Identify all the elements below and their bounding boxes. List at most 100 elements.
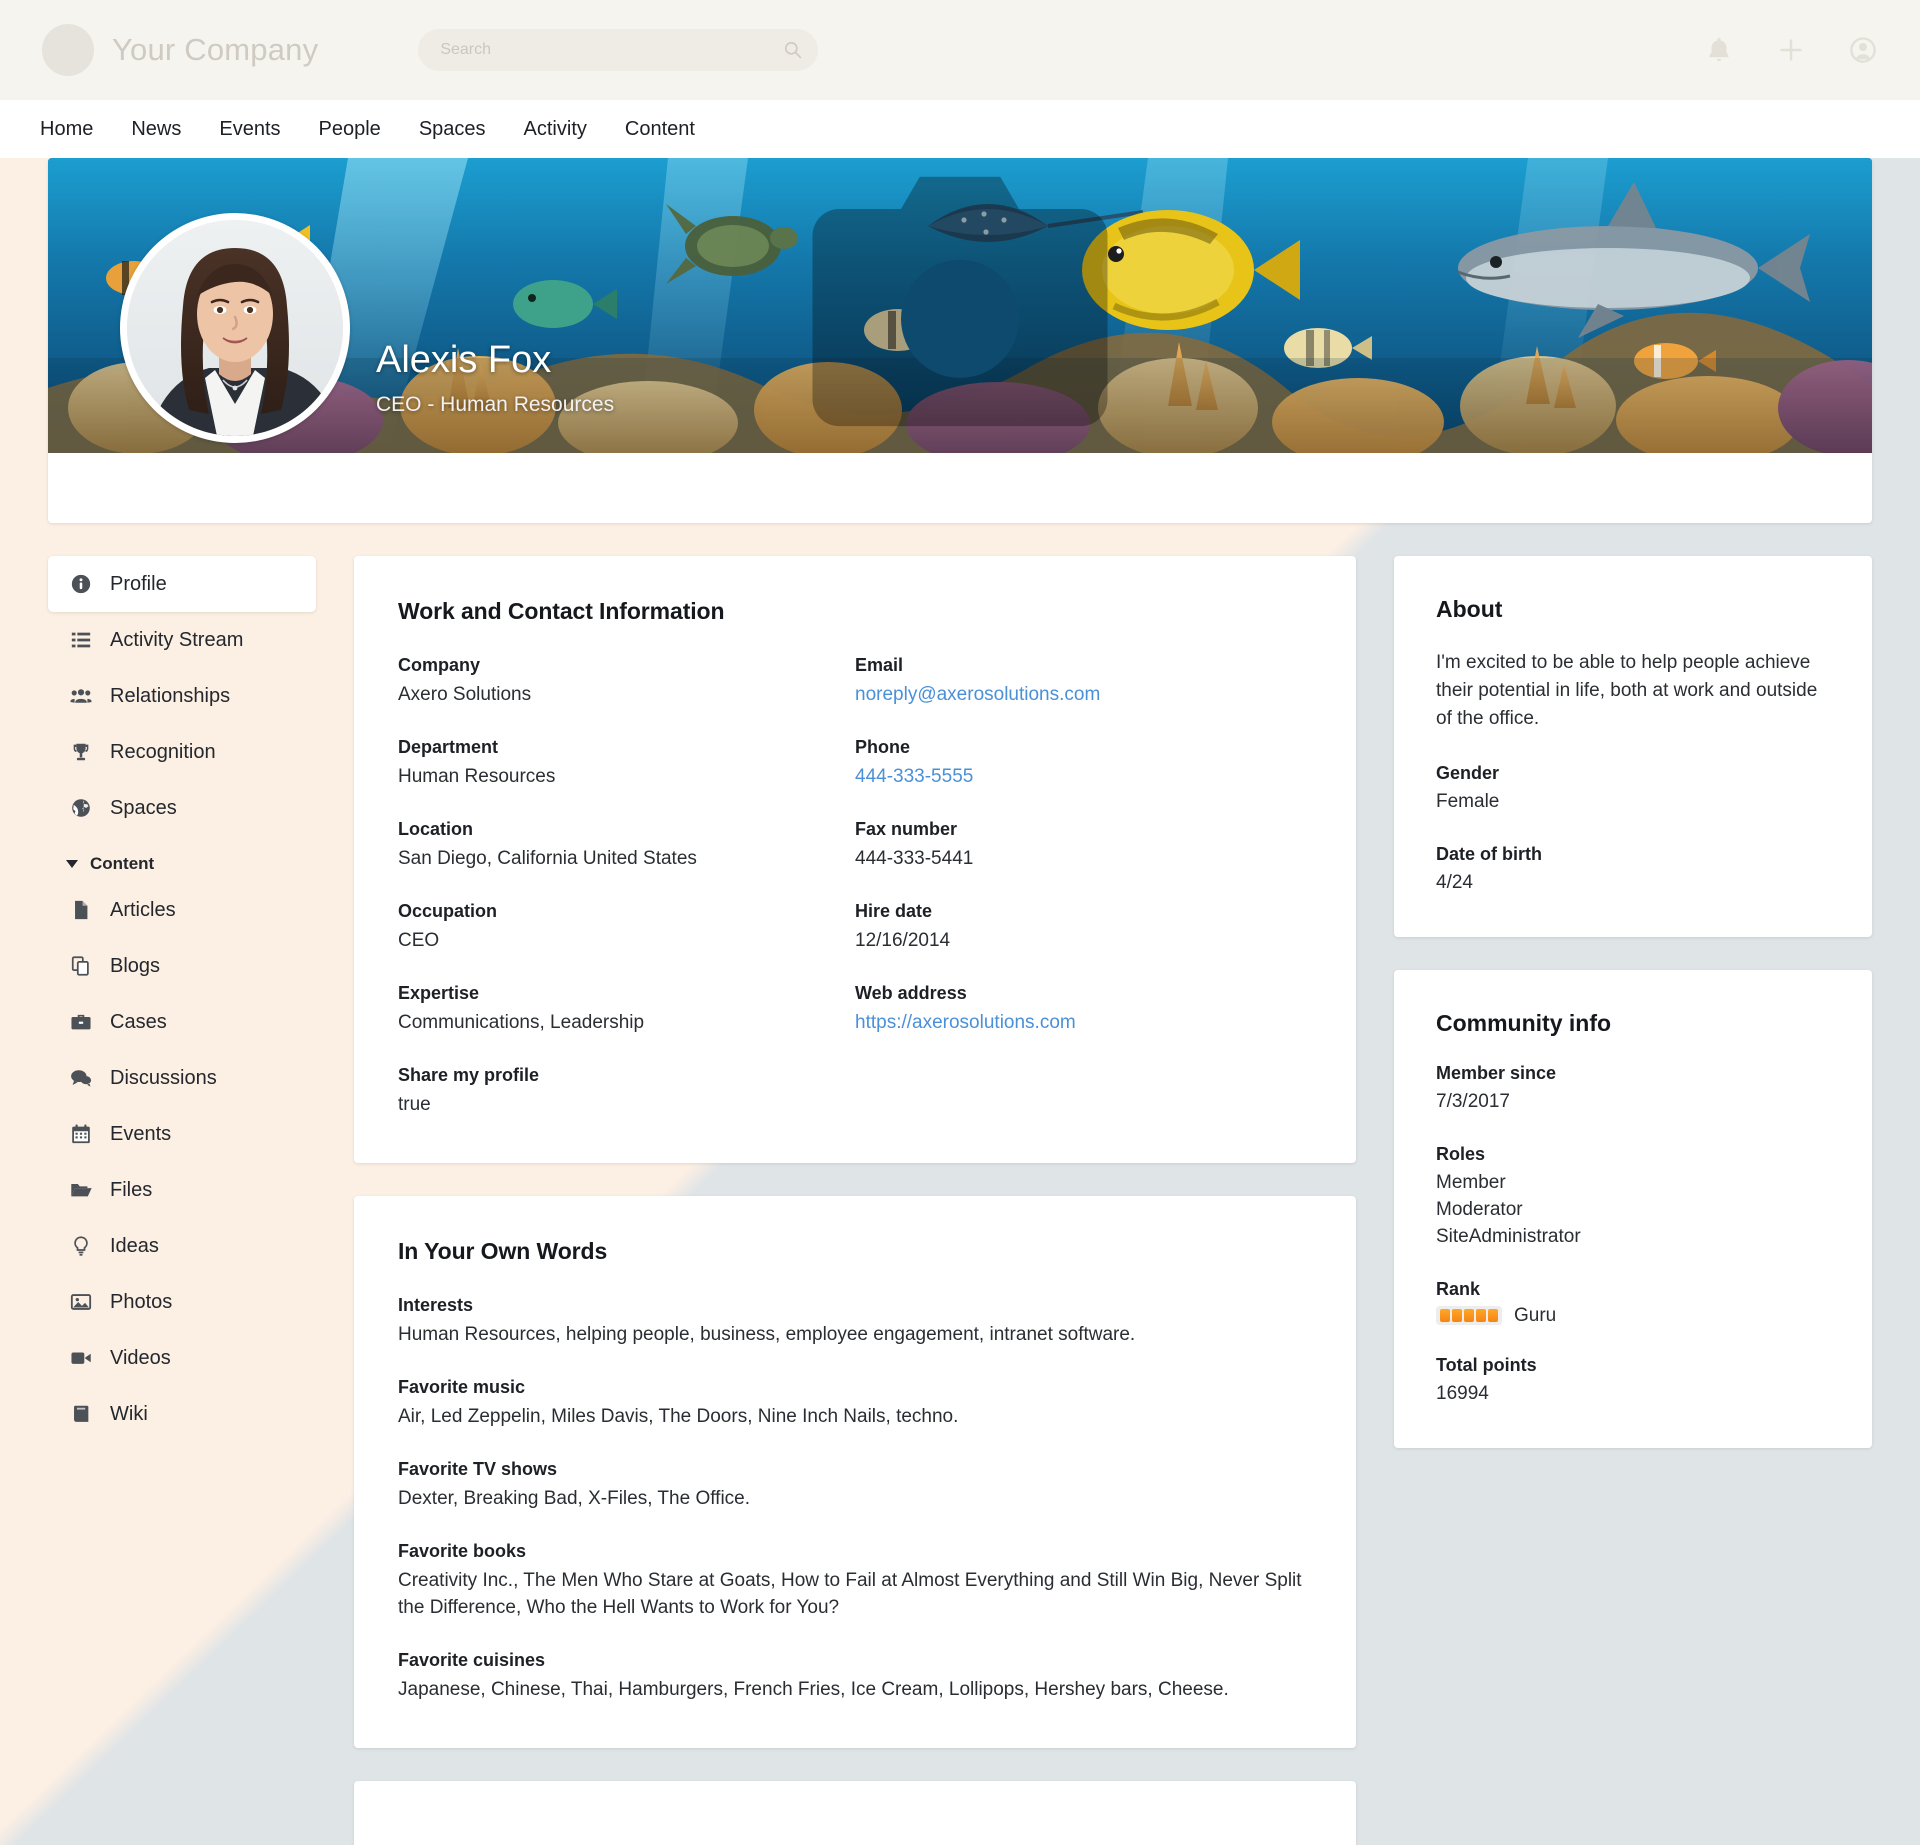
main-column: Work and Contact Information Company Axe… — [354, 556, 1356, 1845]
phone-link[interactable]: 444-333-5555 — [855, 764, 1312, 791]
nav-item-news[interactable]: News — [131, 118, 181, 141]
nav-item-events[interactable]: Events — [219, 118, 280, 141]
sidebar-item-label: Recognition — [110, 740, 216, 763]
field-value: 16994 — [1436, 1382, 1489, 1404]
community-info-card: Community info Member since 7/3/2017 Rol… — [1394, 969, 1872, 1448]
search-box[interactable] — [418, 29, 819, 71]
columns: Profile Activity Stream Relationships Re… — [48, 556, 1872, 1845]
field-label: Favorite books — [398, 1540, 527, 1561]
blogs-icon — [70, 955, 92, 977]
sidebar-item-wiki[interactable]: Wiki — [48, 1386, 316, 1442]
sidebar-item-blogs[interactable]: Blogs — [48, 938, 316, 994]
field-roles: Roles Member Moderator SiteAdministrator — [1436, 1144, 1830, 1251]
field-value: Communications, Leadership — [398, 1011, 645, 1033]
field-value: Human Resources, helping people, busines… — [398, 1323, 1136, 1345]
field-member-since: Member since 7/3/2017 — [1436, 1063, 1830, 1116]
sidebar-item-recognition[interactable]: Recognition — [48, 724, 316, 780]
sidebar-item-label: Discussions — [110, 1066, 217, 1089]
calendar-icon — [70, 1123, 92, 1145]
video-icon — [70, 1347, 92, 1369]
field-label: Gender — [1436, 762, 1500, 783]
field-label: Phone — [855, 736, 911, 757]
sidebar-item-label: Profile — [110, 572, 167, 595]
card-title: In Your Own Words — [398, 1237, 608, 1264]
field-favorite-tv-shows: Favorite TV shows Dexter, Breaking Bad, … — [398, 1459, 1312, 1513]
field-phone: Phone 444-333-5555 — [855, 737, 1312, 791]
right-column: About I'm excited to be able to help peo… — [1394, 556, 1872, 1481]
field-label: Member since — [1436, 1062, 1557, 1083]
sidebar-item-cases[interactable]: Cases — [48, 994, 316, 1050]
sidebar-item-profile[interactable]: Profile — [48, 556, 316, 612]
profile-sidebar: Profile Activity Stream Relationships Re… — [48, 556, 316, 1442]
card-title: About — [1436, 596, 1503, 622]
brand-name: Your Company — [112, 32, 319, 67]
sidebar-item-label: Articles — [110, 898, 176, 921]
sidebar-item-label: Relationships — [110, 684, 231, 707]
field-value: 12/16/2014 — [855, 929, 951, 951]
field-expertise: Expertise Communications, Leadership — [398, 983, 825, 1037]
sidebar-item-relationships[interactable]: Relationships — [48, 668, 316, 724]
sidebar-group-content[interactable]: Content — [48, 836, 316, 882]
field-favorite-music: Favorite music Air, Led Zeppelin, Miles … — [398, 1377, 1312, 1431]
sidebar-item-files[interactable]: Files — [48, 1162, 316, 1218]
sidebar-item-discussions[interactable]: Discussions — [48, 1050, 316, 1106]
field-value: Human Resources — [398, 765, 556, 787]
field-rank: Rank Guru — [1436, 1279, 1830, 1327]
work-left-column: Company Axero Solutions Department Human… — [398, 655, 855, 1119]
rank-badge-icon — [1436, 1306, 1502, 1326]
sidebar-group-label: Content — [90, 854, 155, 873]
nav-item-people[interactable]: People — [319, 118, 381, 141]
field-hire-date: Hire date 12/16/2014 — [855, 901, 1312, 955]
avatar[interactable] — [120, 213, 350, 443]
field-label: Total points — [1436, 1354, 1537, 1375]
sidebar-item-label: Photos — [110, 1290, 173, 1313]
field-label: Email — [855, 655, 904, 675]
field-company: Company Axero Solutions — [398, 655, 825, 709]
user-circle-icon[interactable] — [1848, 35, 1878, 65]
sidebar-item-label: Files — [110, 1178, 153, 1201]
sidebar-item-ideas[interactable]: Ideas — [48, 1218, 316, 1274]
field-favorite-books: Favorite books Creativity Inc., The Men … — [398, 1541, 1312, 1622]
profile-title: CEO - Human Resources — [376, 393, 615, 416]
field-value: 444-333-5441 — [855, 847, 974, 869]
sidebar-item-videos[interactable]: Videos — [48, 1330, 316, 1386]
bell-icon[interactable] — [1704, 35, 1734, 65]
field-department: Department Human Resources — [398, 737, 825, 791]
brand[interactable]: Your Company — [42, 24, 318, 76]
role-item: SiteAdministrator — [1436, 1225, 1581, 1247]
field-web-address: Web address https://axerosolutions.com — [855, 983, 1312, 1037]
sidebar-item-spaces[interactable]: Spaces — [48, 780, 316, 836]
sidebar-item-label: Cases — [110, 1010, 167, 1033]
email-link[interactable]: noreply@axerosolutions.com — [855, 682, 1312, 709]
work-contact-card: Work and Contact Information Company Axe… — [354, 556, 1356, 1163]
field-label: Favorite TV shows — [398, 1458, 558, 1479]
field-value: CEO — [398, 929, 440, 951]
nav-item-spaces[interactable]: Spaces — [419, 118, 486, 141]
sidebar-item-events[interactable]: Events — [48, 1106, 316, 1162]
role-item: Moderator — [1436, 1198, 1523, 1220]
field-date-of-birth: Date of birth 4/24 — [1436, 844, 1830, 897]
field-fax-number: Fax number 444-333-5441 — [855, 819, 1312, 873]
nav-item-content[interactable]: Content — [625, 118, 695, 141]
work-contact-grid: Company Axero Solutions Department Human… — [398, 655, 1312, 1119]
field-favorite-cuisines: Favorite cuisines Japanese, Chinese, Tha… — [398, 1650, 1312, 1704]
field-label: Fax number — [855, 818, 958, 839]
list-icon — [70, 629, 92, 651]
profile-identity: Alexis Fox CEO - Human Resources — [376, 339, 614, 417]
profile-name: Alexis Fox — [376, 339, 552, 382]
field-label: Favorite cuisines — [398, 1649, 546, 1670]
card-title: Work and Contact Information — [398, 598, 725, 624]
plus-icon[interactable] — [1776, 35, 1806, 65]
field-label: Hire date — [855, 900, 933, 921]
sidebar-item-articles[interactable]: Articles — [48, 882, 316, 938]
web-address-link[interactable]: https://axerosolutions.com — [855, 1010, 1312, 1037]
field-label: Share my profile — [398, 1064, 540, 1085]
sidebar-item-activity-stream[interactable]: Activity Stream — [48, 612, 316, 668]
nav-item-home[interactable]: Home — [40, 118, 93, 141]
field-value: San Diego, California United States — [398, 847, 697, 869]
nav-item-activity[interactable]: Activity — [524, 118, 587, 141]
folder-icon — [70, 1179, 92, 1201]
card-title: Community info — [1436, 1009, 1612, 1036]
sidebar-item-photos[interactable]: Photos — [48, 1274, 316, 1330]
search-input[interactable] — [418, 29, 819, 71]
